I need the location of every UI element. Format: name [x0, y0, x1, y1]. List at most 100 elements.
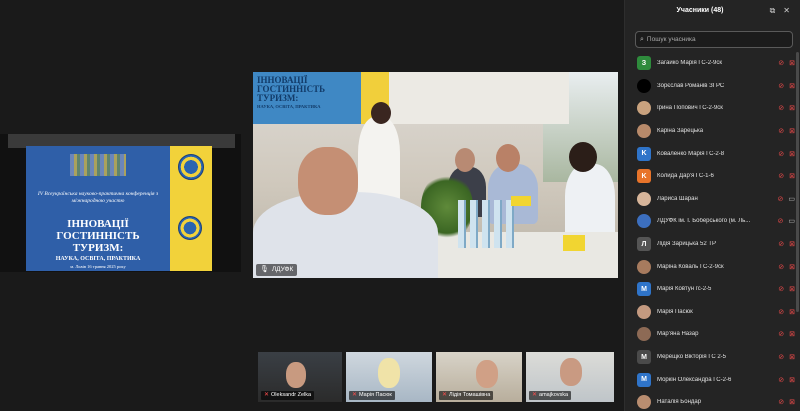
- projector-title: ІННОВАЦІЇ ГОСТИННІСТЬ ТУРИЗМ:: [257, 75, 326, 103]
- participant-face: [378, 358, 400, 388]
- avatar: [637, 327, 651, 342]
- microphone-icon: 🎙: [260, 266, 269, 273]
- muted-mic-icon: ⊘: [778, 128, 785, 136]
- participant-row[interactable]: Мар'яна Назар ⊘ ⊠: [625, 323, 795, 346]
- thumbnail-label: ✕ Марія Пасюк: [349, 391, 395, 400]
- muted-mic-icon: ⊘: [778, 60, 785, 68]
- muted-mic-icon: ⊘: [777, 195, 784, 203]
- participant-name: Лариса Шаран: [657, 195, 698, 202]
- avatar: [637, 124, 651, 139]
- muted-mic-icon: ✕: [352, 392, 358, 398]
- participant-search[interactable]: ⌕: [635, 31, 793, 48]
- video-off-icon: ⊠: [789, 241, 795, 249]
- popout-icon[interactable]: ⧉: [770, 6, 776, 16]
- participant-thumbnail[interactable]: ✕ Марія Пасюк: [346, 352, 432, 402]
- attendee-head: [298, 147, 358, 215]
- participant-name: Ірина Попович ГС-2-9ск: [657, 105, 723, 112]
- muted-mic-icon: ⊘: [778, 376, 785, 384]
- avatar: M: [637, 350, 651, 365]
- participant-row[interactable]: Л Лідія Зарицька 52 ТР ⊘ ⊠: [625, 233, 795, 256]
- participant-row[interactable]: Наталія Бондар ⊘ ⊠: [625, 391, 795, 411]
- presenter-head: [371, 102, 391, 124]
- attendee-head: [455, 148, 475, 172]
- muted-mic-icon: ⊘: [778, 150, 785, 158]
- avatar: K: [637, 146, 651, 161]
- participant-row[interactable]: Зорєслав Романів ЗГРС ⊘ ⊠: [625, 75, 795, 98]
- participant-name: Маріна Коваль ГС-2-9ск: [657, 263, 724, 270]
- participant-name: Лідія Зарицька 52 ТР: [657, 241, 717, 248]
- video-off-icon: ⊠: [789, 263, 795, 271]
- participant-name: Мерещко Вікторія ГС 2-5: [657, 354, 726, 361]
- participant-name: Oleksandr Zelka: [271, 392, 312, 398]
- avatar: K: [637, 169, 651, 184]
- video-off-icon: ⊠: [789, 105, 795, 113]
- avatar: [637, 101, 651, 116]
- search-icon: ⌕: [640, 35, 644, 43]
- participant-row[interactable]: K Колида Дар'я ГС-1-6 ⊘ ⊠: [625, 165, 795, 188]
- thumbnail-label: ✕ Лідія Томашівна: [439, 391, 494, 400]
- shared-screen-tile[interactable]: IV Всеукраїнська науково-практична конфе…: [0, 134, 241, 272]
- participant-thumbnail[interactable]: ✕ Лідія Томашівна: [436, 352, 522, 402]
- participant-name: Мар'яна Назар: [657, 331, 699, 338]
- participant-thumbnail[interactable]: ✕ amajkovska: [526, 352, 614, 402]
- participant-row[interactable]: ЛДУФК ім. І. Боберського (м. Ль... ⊘ ▭: [625, 210, 795, 233]
- participant-row[interactable]: Марія Пасюк ⊘ ⊠: [625, 301, 795, 324]
- avatar: [637, 214, 651, 229]
- avatar: [637, 191, 651, 206]
- video-off-icon: ⊠: [789, 331, 795, 339]
- muted-mic-icon: ⊘: [778, 286, 785, 294]
- muted-mic-icon: ⊘: [778, 263, 785, 271]
- participant-row[interactable]: M Моркін Олександра ГС-2-6 ⊘ ⊠: [625, 368, 795, 391]
- avatar: [637, 304, 651, 319]
- speaker-name: ЛДУФК: [271, 266, 294, 273]
- scrollbar[interactable]: [796, 52, 799, 312]
- panel-title: Учасники (48): [676, 7, 724, 14]
- participant-name: ЛДУФК ім. І. Боберського (м. Ль...: [657, 218, 751, 225]
- participant-thumbnail[interactable]: ✕ Oleksandr Zelka: [258, 352, 342, 402]
- avatar: [637, 259, 651, 274]
- participant-row[interactable]: Каріна Зарецька ⊘ ⊠: [625, 120, 795, 143]
- participant-name: Наталія Бондар: [657, 399, 702, 406]
- thumbnail-label: ✕ amajkovska: [529, 391, 572, 400]
- search-input[interactable]: [646, 36, 777, 43]
- projector-subtitle: НАУКА, ОСВІТА, ПРАКТИКА: [257, 104, 321, 109]
- muted-mic-icon: ✕: [442, 392, 448, 398]
- slide-footer: м. Львів 16 травня 2025 року: [70, 264, 126, 269]
- participant-row[interactable]: З Загайко Марія ГС-2-9ск ⊘ ⊠: [625, 52, 795, 75]
- water-bottles: [458, 200, 518, 248]
- participant-row[interactable]: M Марія Ковтун гс-2-5 ⊘ ⊠: [625, 278, 795, 301]
- thumbnail-label: ✕ Oleksandr Zelka: [261, 391, 315, 400]
- video-off-icon: ⊠: [789, 173, 795, 181]
- participant-row[interactable]: K Коваленко Марія ГС-2-8 ⊘ ⊠: [625, 142, 795, 165]
- video-on-icon: ▭: [788, 218, 795, 226]
- video-off-icon: ⊠: [789, 150, 795, 158]
- participants-panel: Учасники (48) ⧉ ✕ ⌕ З Загайко Марія ГС-2-…: [624, 0, 800, 411]
- participant-face: [560, 358, 582, 386]
- active-speaker-video[interactable]: ІННОВАЦІЇ ГОСТИННІСТЬ ТУРИЗМ: НАУКА, ОСВ…: [253, 72, 618, 278]
- participant-name: Марія Пасюк: [657, 308, 693, 315]
- participant-row[interactable]: Лариса Шаран ⊘ ▭: [625, 188, 795, 211]
- faculty-emblem-icon: [178, 216, 202, 240]
- avatar: [637, 78, 651, 93]
- slide-title: ІННОВАЦІЇ ГОСТИННІСТЬ ТУРИЗМ:: [56, 218, 140, 254]
- participant-name: Колида Дар'я ГС-1-6: [657, 173, 714, 180]
- participant-name: Марія Пасюк: [359, 392, 392, 398]
- slide-tagline: НАУКА, ОСВІТА, ПРАКТИКА: [55, 256, 141, 262]
- participant-name: Коваленко Марія ГС-2-8: [657, 150, 725, 157]
- muted-mic-icon: ⊘: [778, 82, 785, 90]
- avatar: З: [637, 56, 651, 71]
- muted-mic-icon: ⊘: [778, 354, 785, 362]
- muted-mic-icon: ⊘: [778, 399, 785, 407]
- projector-gallery: [389, 72, 569, 124]
- participant-row[interactable]: M Мерещко Вікторія ГС 2-5 ⊘ ⊠: [625, 346, 795, 369]
- video-off-icon: ⊠: [789, 354, 795, 362]
- participant-name: amajkovska: [539, 392, 569, 398]
- attendee-head: [496, 144, 520, 172]
- close-icon[interactable]: ✕: [783, 6, 790, 16]
- participant-row[interactable]: Маріна Коваль ГС-2-9ск ⊘ ⊠: [625, 255, 795, 278]
- participant-name: Каріна Зарецька: [657, 128, 704, 135]
- participant-row[interactable]: Ірина Попович ГС-2-9ск ⊘ ⊠: [625, 97, 795, 120]
- participant-name: Марія Ковтун гс-2-5: [657, 286, 712, 293]
- participant-name: Лідія Томашівна: [449, 392, 491, 398]
- participant-name: Моркін Олександра ГС-2-6: [657, 376, 732, 383]
